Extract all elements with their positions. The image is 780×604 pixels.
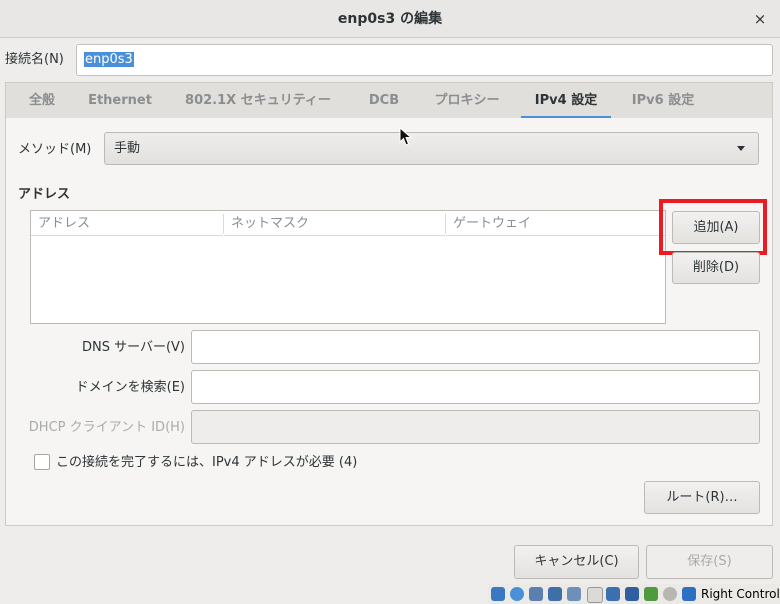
method-label: メソッド(M) bbox=[18, 142, 92, 157]
addresses-heading: アドレス bbox=[18, 187, 71, 202]
mouse-cursor-icon bbox=[399, 127, 413, 146]
optical-drive-icon[interactable] bbox=[510, 587, 524, 601]
video-capture-icon[interactable] bbox=[625, 587, 639, 601]
guest-additions-icon[interactable] bbox=[644, 587, 658, 601]
usb-icon[interactable] bbox=[567, 587, 581, 601]
audio-icon[interactable] bbox=[529, 587, 543, 601]
mouse-integration-icon[interactable] bbox=[663, 587, 677, 601]
tab-general[interactable]: 全般 bbox=[14, 83, 70, 119]
hard-disk-icon[interactable] bbox=[491, 587, 505, 601]
keyboard-icon[interactable] bbox=[682, 587, 696, 601]
highlight-box bbox=[659, 199, 767, 255]
method-value: 手動 bbox=[114, 141, 141, 156]
dns-servers-input[interactable] bbox=[191, 330, 760, 364]
dns-servers-label: DNS サーバー(V) bbox=[81, 340, 185, 355]
connection-name-label: 接続名(N) bbox=[5, 52, 64, 67]
tab-ipv4-settings[interactable]: IPv4 設定 bbox=[521, 83, 611, 119]
connection-name-value: enp0s3 bbox=[84, 52, 134, 67]
cancel-button[interactable]: キャンセル(C) bbox=[514, 545, 639, 579]
search-domains-input[interactable] bbox=[191, 370, 760, 404]
tab-bar: 全般 Ethernet 802.1X セキュリティー DCB プロキシー IPv… bbox=[5, 82, 773, 119]
tab-8021x-security[interactable]: 802.1X セキュリティー bbox=[174, 83, 342, 119]
column-header-address[interactable]: アドレス bbox=[31, 211, 223, 236]
search-domains-label: ドメインを検索(E) bbox=[75, 380, 185, 395]
routes-button[interactable]: ルート(R)… bbox=[644, 481, 760, 514]
addresses-table[interactable]: アドレス ネットマスク ゲートウェイ bbox=[30, 210, 666, 324]
host-key-label: Right Control bbox=[701, 587, 780, 601]
require-ipv4-checkbox[interactable] bbox=[34, 454, 50, 470]
method-dropdown[interactable]: 手動 bbox=[104, 132, 759, 165]
connection-name-input[interactable]: enp0s3 bbox=[76, 44, 773, 76]
delete-button[interactable]: 削除(D) bbox=[672, 252, 760, 284]
column-header-netmask[interactable]: ネットマスク bbox=[224, 211, 445, 236]
column-header-gateway[interactable]: ゲートウェイ bbox=[446, 211, 665, 236]
network-icon[interactable] bbox=[548, 587, 562, 601]
tab-ethernet[interactable]: Ethernet bbox=[80, 83, 160, 119]
display-icon[interactable] bbox=[606, 587, 620, 601]
dhcp-client-id-label: DHCP クライアント ID(H) bbox=[28, 420, 185, 435]
close-icon[interactable]: × bbox=[750, 9, 770, 29]
save-button: 保存(S) bbox=[646, 545, 773, 579]
tab-proxy[interactable]: プロキシー bbox=[422, 83, 512, 119]
dhcp-client-id-input bbox=[191, 410, 760, 444]
window-title: enp0s3 の編集 bbox=[337, 11, 443, 27]
shared-folders-icon[interactable] bbox=[587, 587, 603, 603]
tab-ipv6-settings[interactable]: IPv6 設定 bbox=[620, 83, 706, 119]
chevron-down-icon bbox=[737, 146, 745, 151]
require-ipv4-label[interactable]: この接続を完了するには、IPv4 アドレスが必要 (4) bbox=[56, 453, 357, 473]
tab-dcb[interactable]: DCB bbox=[356, 83, 412, 119]
